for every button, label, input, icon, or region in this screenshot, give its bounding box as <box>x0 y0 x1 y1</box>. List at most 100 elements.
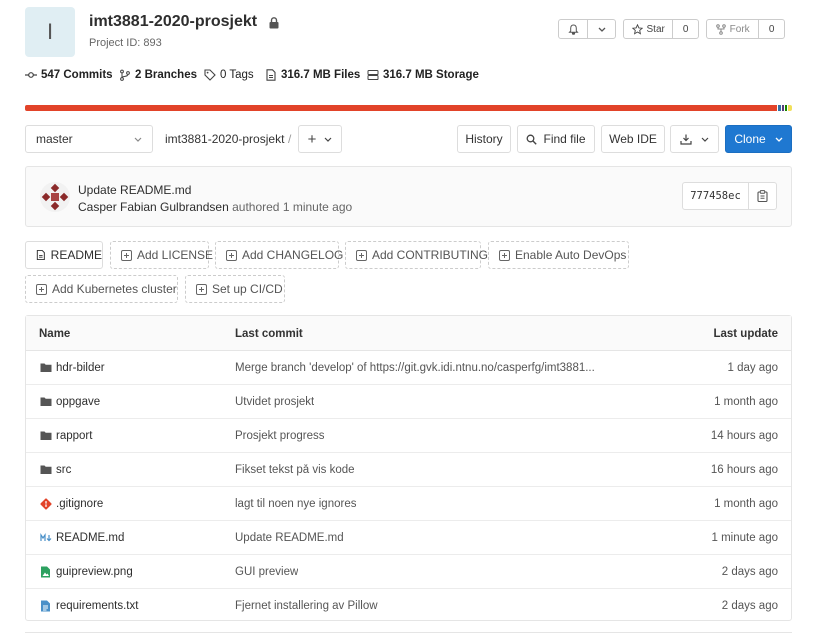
download-icon <box>680 134 692 145</box>
files-link[interactable]: 316.7 MB Files <box>265 69 360 81</box>
file-last-commit[interactable]: lagt til noen nye ignores <box>235 498 356 510</box>
branch-selector[interactable]: master <box>25 125 153 153</box>
storage-link[interactable]: 316.7 MB Storage <box>367 69 479 81</box>
file-last-commit[interactable]: GUI preview <box>235 566 298 578</box>
file-last-commit[interactable]: Utvidet prosjekt <box>235 396 314 408</box>
plus-square-icon <box>499 249 510 261</box>
file-last-update: 1 minute ago <box>711 532 779 544</box>
project-id: Project ID: 893 <box>89 37 162 49</box>
divider <box>25 632 792 633</box>
table-row[interactable]: oppgave Utvidet prosjekt 1 month ago <box>26 385 791 419</box>
bell-icon[interactable] <box>559 20 587 38</box>
history-button[interactable]: History <box>457 125 511 153</box>
column-name: Name <box>39 328 71 340</box>
file-last-commit[interactable]: Merge branch 'develop' of https://git.gv… <box>235 362 595 374</box>
commit-message[interactable]: Update README.md <box>78 183 191 197</box>
file-last-commit[interactable]: Fjernet installering av Pillow <box>235 600 378 612</box>
image-file-icon <box>40 566 52 578</box>
file-name[interactable]: README.md <box>56 532 124 544</box>
table-row[interactable]: rapport Prosjekt progress 14 hours ago <box>26 419 791 453</box>
file-icon <box>266 69 276 81</box>
star-label: Star <box>646 23 665 35</box>
notification-dropdown[interactable] <box>558 19 616 39</box>
language-segment <box>25 105 777 111</box>
file-name[interactable]: .gitignore <box>56 498 103 510</box>
folder-icon <box>40 362 52 373</box>
enable-auto-devops-label: Enable Auto DevOps <box>515 248 627 262</box>
file-name[interactable]: guipreview.png <box>56 566 133 578</box>
clone-button[interactable]: Clone <box>725 125 792 153</box>
star-action[interactable]: Star <box>624 20 672 38</box>
table-row[interactable]: requirements.txt Fjernet installering av … <box>26 589 791 623</box>
commit-time: authored 1 minute ago <box>232 200 353 214</box>
tags-link[interactable]: 0 Tags <box>204 69 254 81</box>
star-count[interactable]: 0 <box>672 20 698 38</box>
project-avatar: I <box>25 7 75 57</box>
fork-button[interactable]: Fork 0 <box>706 19 785 39</box>
table-row[interactable]: README.md Update README.md 1 minute ago <box>26 521 791 555</box>
fork-count[interactable]: 0 <box>758 20 784 38</box>
add-changelog-label: Add CHANGELOG <box>242 248 344 262</box>
commits-link[interactable]: 547 Commits <box>25 69 113 81</box>
commit-sha[interactable]: 777458ec <box>683 183 748 209</box>
add-contributing-button[interactable]: Add CONTRIBUTING <box>345 241 488 269</box>
add-changelog-button[interactable]: Add CHANGELOG <box>215 241 343 269</box>
star-button[interactable]: Star 0 <box>623 19 699 39</box>
file-name[interactable]: oppgave <box>56 396 100 408</box>
column-last-update: Last update <box>713 328 778 340</box>
plus-square-icon <box>226 249 237 261</box>
folder-icon <box>40 464 52 475</box>
file-name[interactable]: rapport <box>56 430 92 442</box>
files-size: 316.7 MB Files <box>281 69 361 81</box>
add-kubernetes-cluster-button[interactable]: Add Kubernetes cluster <box>25 275 178 303</box>
lock-icon <box>269 17 279 29</box>
chevron-down-icon[interactable] <box>587 20 615 38</box>
file-last-update: 16 hours ago <box>710 464 778 476</box>
storage-icon <box>367 70 379 80</box>
file-name[interactable]: src <box>56 464 71 476</box>
last-commit-panel: Update README.md Casper Fabian Gulbrands… <box>25 166 792 227</box>
find-file-label: Find file <box>543 132 586 146</box>
fork-icon <box>715 23 726 35</box>
file-name[interactable]: hdr-bilder <box>56 362 105 374</box>
search-icon <box>527 134 538 145</box>
breadcrumb-root[interactable]: imt3881-2020-prosjekt <box>165 132 284 146</box>
file-last-update: 2 days ago <box>721 566 778 578</box>
add-license-label: Add LICENSE <box>137 248 214 262</box>
table-row[interactable]: .gitignore lagt til noen nye ignores 1 mon… <box>26 487 791 521</box>
readme-button[interactable]: README <box>25 241 103 269</box>
find-file-button[interactable]: Find file <box>517 125 595 153</box>
clipboard-icon <box>757 190 768 202</box>
plus-square-icon <box>196 283 207 295</box>
file-last-commit[interactable]: Prosjekt progress <box>235 430 324 442</box>
file-name[interactable]: requirements.txt <box>56 600 138 612</box>
chevron-down-icon <box>324 137 332 142</box>
table-row[interactable]: guipreview.png GUI preview 2 days ago <box>26 555 791 589</box>
copy-sha-button[interactable] <box>748 183 776 209</box>
commit-author[interactable]: Casper Fabian Gulbrandsen <box>78 200 229 214</box>
file-last-commit[interactable]: Update README.md <box>235 532 344 544</box>
fork-action[interactable]: Fork <box>707 20 758 38</box>
commit-sha-group: 777458ec <box>682 182 777 210</box>
table-row[interactable]: hdr-bilder Merge branch 'develop' of http… <box>26 351 791 385</box>
branches-link[interactable]: 2 Branches <box>119 69 197 81</box>
download-dropdown[interactable] <box>670 125 719 153</box>
project-title[interactable]: imt3881-2020-prosjekt <box>89 13 257 31</box>
readme-label: README <box>50 248 102 262</box>
table-row[interactable]: src Fikset tekst på vis kode 16 hours ago <box>26 453 791 487</box>
add-file-dropdown[interactable]: + <box>298 125 342 153</box>
clone-label: Clone <box>734 132 766 146</box>
web-ide-button[interactable]: Web IDE <box>601 125 665 153</box>
branches-count: 2 Branches <box>135 69 198 81</box>
commit-icon <box>25 72 37 78</box>
tag-icon <box>204 69 216 81</box>
setup-cicd-button[interactable]: Set up CI/CD <box>185 275 285 303</box>
author-avatar[interactable] <box>40 182 70 212</box>
enable-auto-devops-button[interactable]: Enable Auto DevOps <box>488 241 629 269</box>
file-last-update: 1 month ago <box>714 498 778 510</box>
chevron-down-icon <box>775 137 783 142</box>
file-last-commit[interactable]: Fikset tekst på vis kode <box>235 464 355 476</box>
add-license-button[interactable]: Add LICENSE <box>110 241 213 269</box>
document-icon <box>36 249 45 261</box>
chevron-down-icon <box>134 137 142 142</box>
